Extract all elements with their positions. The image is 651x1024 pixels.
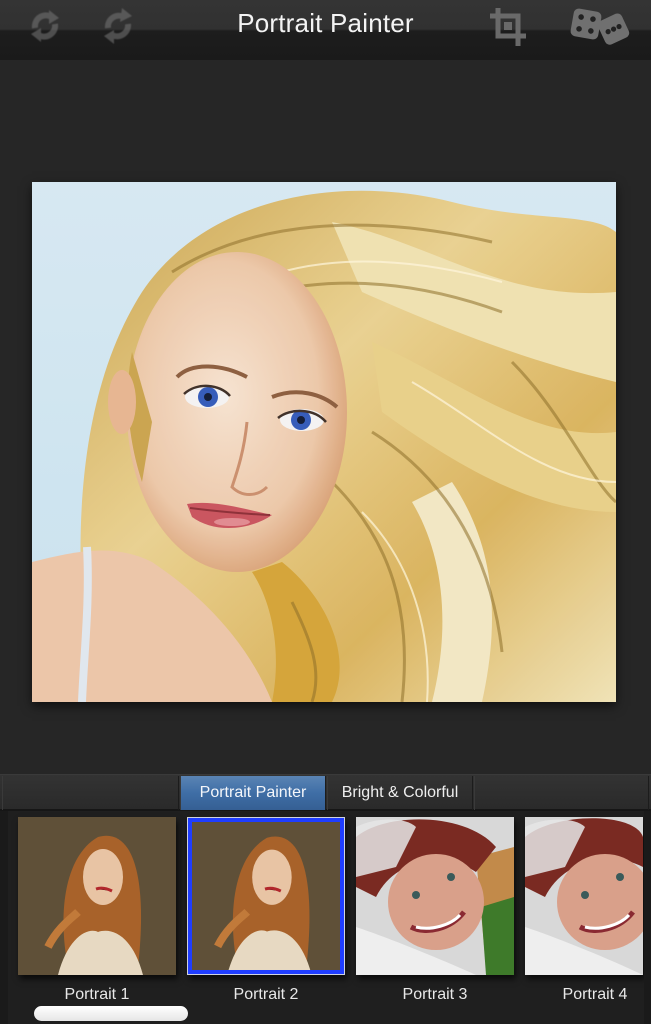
preset-thumbnail-portrait-4[interactable] <box>525 817 643 975</box>
preset-thumbnail-portrait-1[interactable] <box>18 817 176 975</box>
tab-bright-colorful[interactable]: Bright & Colorful <box>327 776 473 810</box>
random-button[interactable] <box>566 4 636 48</box>
preset-label: Portrait 2 <box>233 986 299 1003</box>
style-tabs: Portrait Painter Bright & Colorful <box>0 774 651 811</box>
portrait-1-image <box>18 817 176 975</box>
portrait-3-image <box>356 817 514 975</box>
crop-icon <box>490 8 526 46</box>
preset-label: Portrait 3 <box>402 986 468 1003</box>
portrait-4-image <box>525 817 643 975</box>
preset-thumbnail-portrait-3[interactable] <box>356 817 514 975</box>
strip-edge <box>644 811 651 1024</box>
preset-thumbnail-portrait-2[interactable] <box>187 817 345 975</box>
tab-spacer <box>2 776 179 810</box>
action-bar: Portrait Painter <box>0 0 651 60</box>
preset-label: Portrait 1 <box>64 986 130 1003</box>
tab-spacer <box>474 776 649 810</box>
crop-button[interactable] <box>488 4 528 48</box>
preset-strip[interactable]: Portrait 1 Portrait 2 Portrait 3 Portrai… <box>0 811 651 1024</box>
tab-portrait-painter[interactable]: Portrait Painter <box>180 776 326 810</box>
portrait-image <box>32 182 616 702</box>
portrait-canvas[interactable] <box>32 182 616 702</box>
app-title: Portrait Painter <box>237 8 414 38</box>
preset-label: Portrait 4 <box>562 986 628 1003</box>
strip-scrollbar[interactable] <box>34 1006 188 1021</box>
dice-icon <box>570 8 630 45</box>
portrait-2-image <box>188 818 344 974</box>
